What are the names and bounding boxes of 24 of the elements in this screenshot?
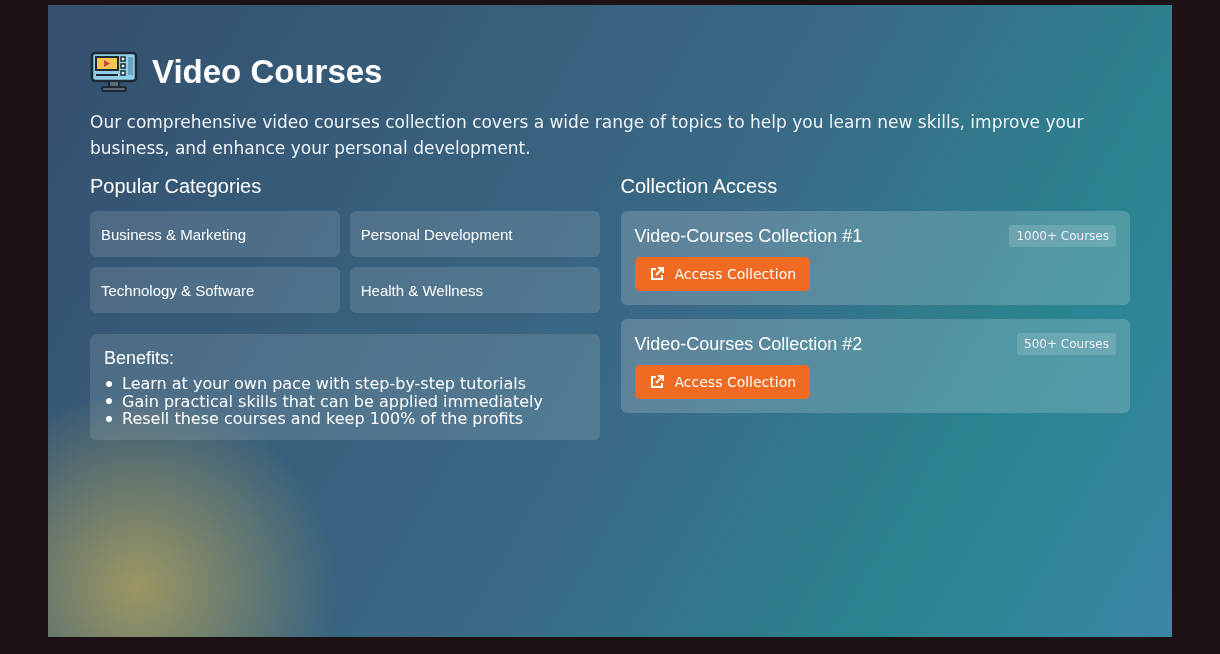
intro-paragraph: Our comprehensive video courses collection covers a wide range of topics to help you learn new skills, improve your business, and enhance your personal development. xyxy=(90,111,1085,160)
category-tile: Technology & Software xyxy=(90,267,340,313)
benefit-text: Gain practical skills that can be applied immediately xyxy=(122,392,543,410)
access-collection-button[interactable]: Access Collection xyxy=(634,365,811,399)
bullet-icon xyxy=(106,380,112,387)
category-tile: Health & Wellness xyxy=(349,267,600,313)
benefit-text: Learn at your own pace with step-by-step tutorials xyxy=(122,375,527,393)
benefit-text: Resell these courses and keep 100% of the profits xyxy=(122,410,524,428)
collection-title: Video-Courses Collection #1 xyxy=(634,225,863,247)
bullet-icon xyxy=(106,398,112,405)
course-count-badge: 1000+ Courses xyxy=(1009,225,1116,247)
page-title: Video Courses xyxy=(152,53,383,91)
section-heading: Popular Categories xyxy=(90,175,263,198)
category-tile: Business & Marketing xyxy=(90,211,340,257)
collection-title: Video-Courses Collection #2 xyxy=(634,333,863,355)
benefits-heading: Benefits: xyxy=(104,348,176,369)
external-link-icon xyxy=(648,266,665,282)
bullet-icon xyxy=(106,415,112,422)
category-tile: Personal Development xyxy=(349,211,600,257)
computer-video-icon xyxy=(90,51,138,93)
section-heading: Collection Access xyxy=(620,175,779,198)
external-link-icon xyxy=(648,374,665,390)
course-count-badge: 500+ Courses xyxy=(1017,333,1116,355)
access-collection-button[interactable]: Access Collection xyxy=(634,257,811,291)
